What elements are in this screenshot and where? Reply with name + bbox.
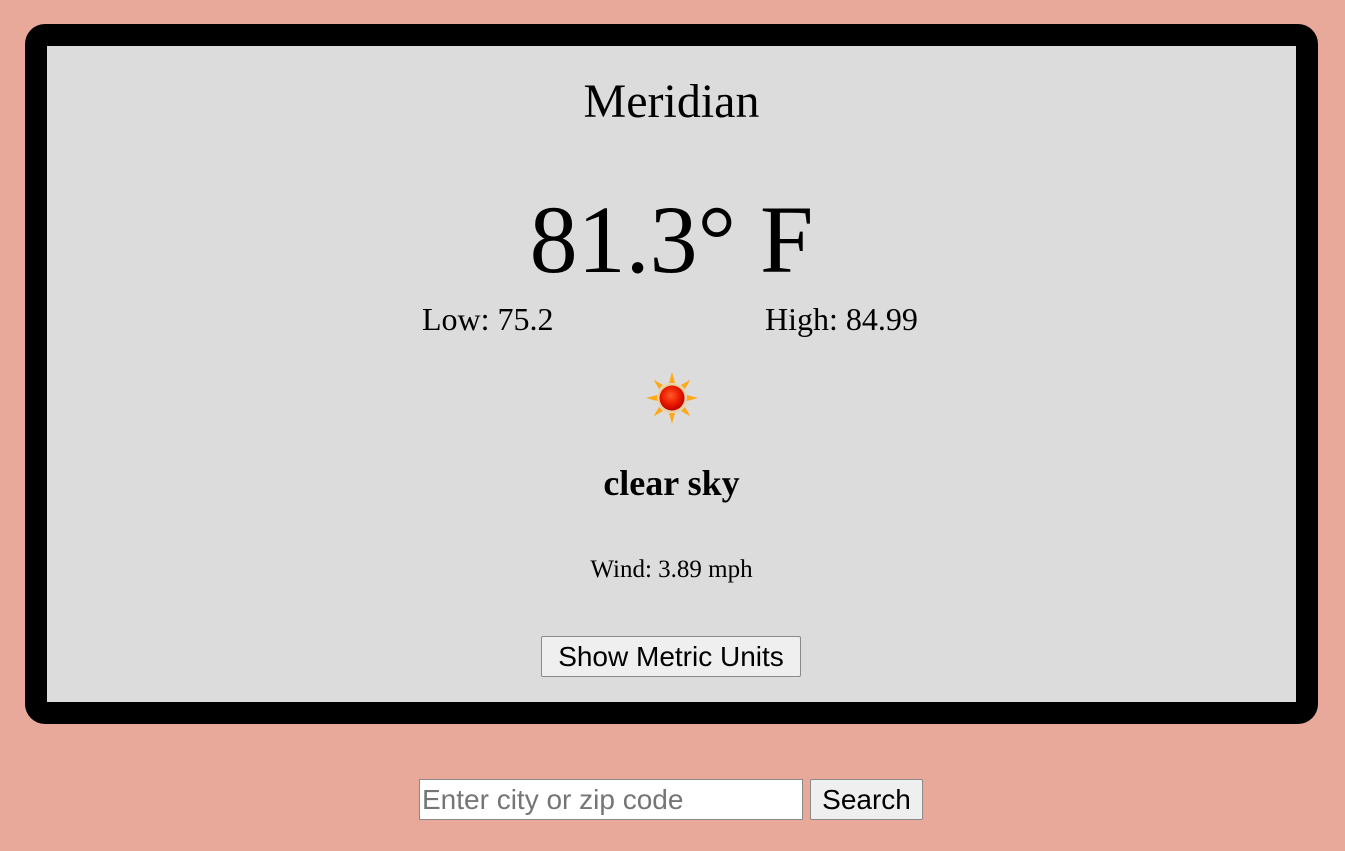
- weather-description: clear sky: [603, 463, 740, 503]
- wind-speed: Wind: 3.89 mph: [590, 556, 753, 583]
- show-metric-units-button[interactable]: Show Metric Units: [541, 636, 801, 677]
- low-temperature: Low: 75.2: [422, 301, 554, 337]
- current-temperature: 81.3° F: [529, 186, 814, 293]
- sun-icon: [646, 372, 698, 424]
- weather-card: Meridian 81.3° F Low: 75.2 High: 84.99 c…: [25, 24, 1318, 724]
- search-input[interactable]: [419, 779, 803, 820]
- search-button[interactable]: Search: [810, 779, 923, 820]
- city-name: Meridian: [583, 75, 760, 128]
- high-temperature: High: 84.99: [765, 301, 918, 337]
